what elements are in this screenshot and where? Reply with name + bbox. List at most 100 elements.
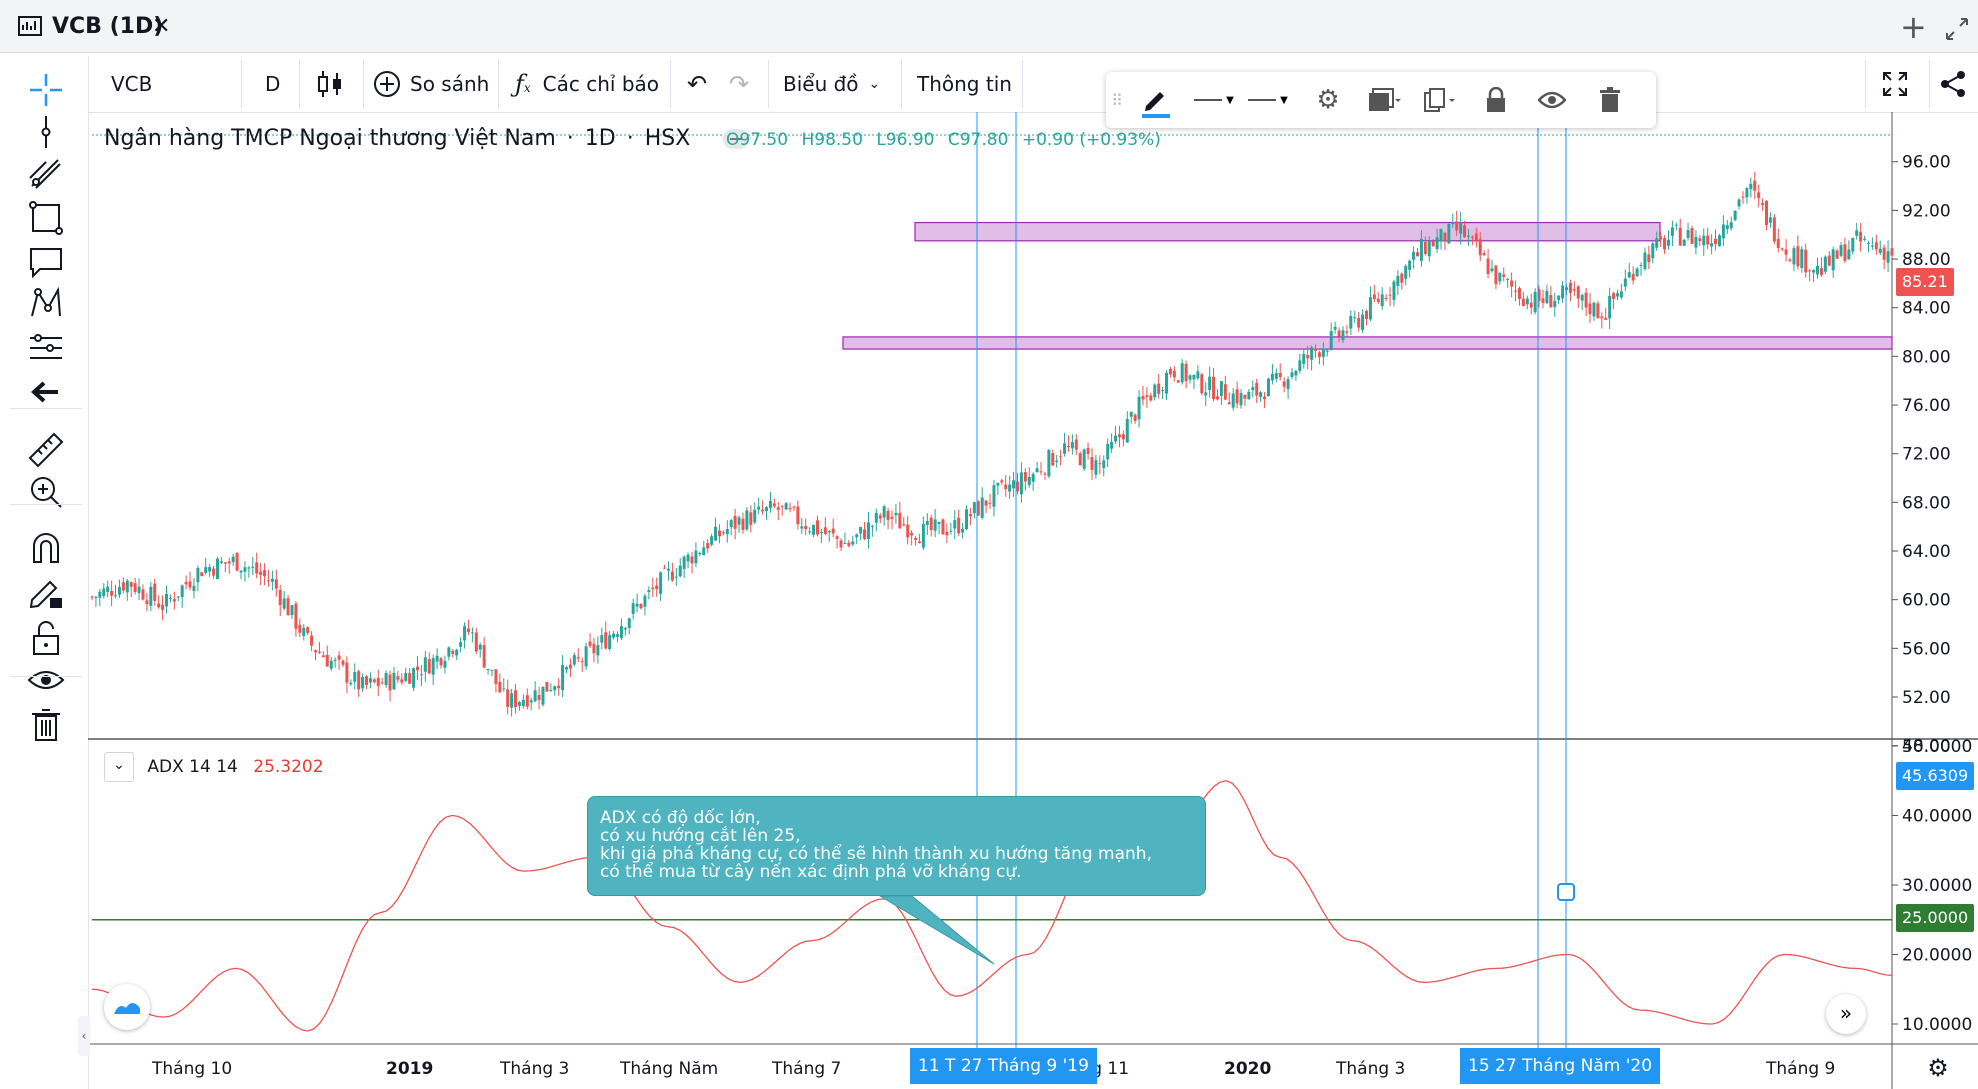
- candle-body: [227, 561, 231, 564]
- candle-body: [953, 520, 957, 529]
- candle-body: [1533, 291, 1537, 313]
- adx-collapse-button[interactable]: ⌄: [104, 752, 134, 782]
- candle-body: [90, 596, 94, 598]
- scroll-right-button[interactable]: »: [1826, 994, 1866, 1034]
- candle-body: [1314, 348, 1318, 351]
- line-width-button[interactable]: ▼: [1244, 80, 1292, 120]
- candle-body: [482, 645, 486, 668]
- candle-body: [1847, 249, 1851, 260]
- candle-body: [98, 591, 102, 598]
- candle-body: [1294, 370, 1298, 376]
- adx-axis-label: 30.0000: [1902, 876, 1972, 896]
- candle-body: [1639, 264, 1643, 266]
- candle-body: [427, 659, 431, 674]
- candle-body: [1796, 246, 1800, 267]
- candle-body: [859, 527, 863, 534]
- candle-body: [1157, 383, 1161, 394]
- time-axis-label: Tháng Năm: [619, 1059, 718, 1079]
- lock-button[interactable]: [1476, 80, 1516, 120]
- candle-body: [808, 531, 812, 533]
- drag-handle-icon[interactable]: ⠿: [1110, 80, 1124, 120]
- candle-body: [1729, 222, 1733, 229]
- candle-body: [1804, 249, 1808, 273]
- candle-body: [972, 502, 976, 514]
- candle-body: [1521, 298, 1525, 307]
- candle-body: [114, 595, 118, 597]
- candle-body: [612, 633, 616, 638]
- adx-high-badge: 45.6309: [1896, 762, 1975, 790]
- candle-body: [1380, 294, 1384, 307]
- collapse-sidebar-button[interactable]: ‹: [78, 1016, 90, 1056]
- candle-body: [1741, 196, 1745, 198]
- candle-body: [302, 627, 306, 636]
- candle-body: [176, 596, 180, 598]
- candle-body: [866, 522, 870, 539]
- template-icon: [1369, 88, 1401, 111]
- delete-button[interactable]: [1588, 80, 1632, 120]
- candle-body: [1059, 456, 1063, 458]
- candle-body: [965, 509, 969, 530]
- settings-gear-button[interactable]: ⚙: [1920, 1050, 1956, 1086]
- price-axis-label: 80.00: [1902, 347, 1951, 367]
- candle-body: [949, 530, 953, 532]
- candle-body: [310, 635, 314, 646]
- candle-body: [666, 568, 670, 571]
- candle-body: [1302, 353, 1306, 364]
- chart-canvas[interactable]: 96.0092.0088.0084.0080.0076.0072.0068.00…: [0, 0, 1978, 1089]
- candle-body: [698, 552, 702, 555]
- candle-body: [368, 678, 372, 683]
- price-axis-label: 68.00: [1902, 493, 1951, 513]
- candle-body: [541, 686, 545, 705]
- visibility-button[interactable]: [1530, 80, 1574, 120]
- candle-body: [1600, 316, 1604, 319]
- adx-axis-label: 20.0000: [1902, 946, 1972, 966]
- candle-body: [1004, 484, 1008, 490]
- candle-body: [247, 567, 251, 569]
- candle-body: [800, 526, 804, 529]
- candle-body: [517, 701, 521, 706]
- line-color-button[interactable]: [1132, 80, 1180, 120]
- line-style-button[interactable]: ▼: [1190, 80, 1238, 120]
- clone-icon: [1424, 88, 1455, 112]
- candle-body: [749, 512, 753, 525]
- candle-body: [1698, 238, 1702, 242]
- candle-body: [1470, 236, 1474, 238]
- candle-body: [1725, 225, 1729, 230]
- candle-body: [1772, 217, 1776, 242]
- candle-body: [1094, 460, 1098, 475]
- template-button[interactable]: [1362, 80, 1406, 120]
- chart-window: VCB (1D) ✕ + VCB D So sánh ƒx Các chỉ bá…: [0, 0, 1978, 1089]
- candle-body: [1737, 199, 1741, 207]
- candle-body: [1329, 331, 1333, 349]
- candle-body: [984, 500, 988, 506]
- annotation-callout[interactable]: ADX có độ dốc lớn, có xu hướng cắt lên 2…: [587, 796, 1206, 896]
- candle-body: [655, 585, 659, 590]
- candle-body: [1666, 239, 1670, 246]
- candle-body: [259, 571, 263, 575]
- candle-body: [1596, 303, 1600, 319]
- clone-button[interactable]: [1418, 80, 1462, 120]
- candle-body: [478, 644, 482, 650]
- candle-body: [1608, 295, 1612, 319]
- candle-body: [1890, 248, 1894, 256]
- candle-body: [380, 682, 384, 684]
- candle-body: [278, 589, 282, 606]
- candle-body: [1572, 289, 1576, 291]
- candle-body: [1702, 235, 1706, 246]
- candle-body: [827, 530, 831, 533]
- candle-body: [168, 598, 172, 600]
- candle-body: [1447, 223, 1451, 244]
- candle-body: [1168, 368, 1172, 375]
- candle-body: [266, 580, 270, 582]
- candle-body: [1549, 295, 1553, 308]
- candle-body: [474, 632, 478, 652]
- candle-body: [651, 587, 655, 590]
- candle-body: [423, 657, 427, 672]
- settings-button[interactable]: ⚙: [1306, 80, 1350, 120]
- candle-body: [161, 604, 165, 610]
- candle-body: [1063, 443, 1067, 454]
- logo-button[interactable]: [104, 984, 150, 1030]
- price-axis-label: 92.00: [1902, 201, 1951, 221]
- candle-body: [1592, 302, 1596, 317]
- price-axis-label: 64.00: [1902, 542, 1951, 562]
